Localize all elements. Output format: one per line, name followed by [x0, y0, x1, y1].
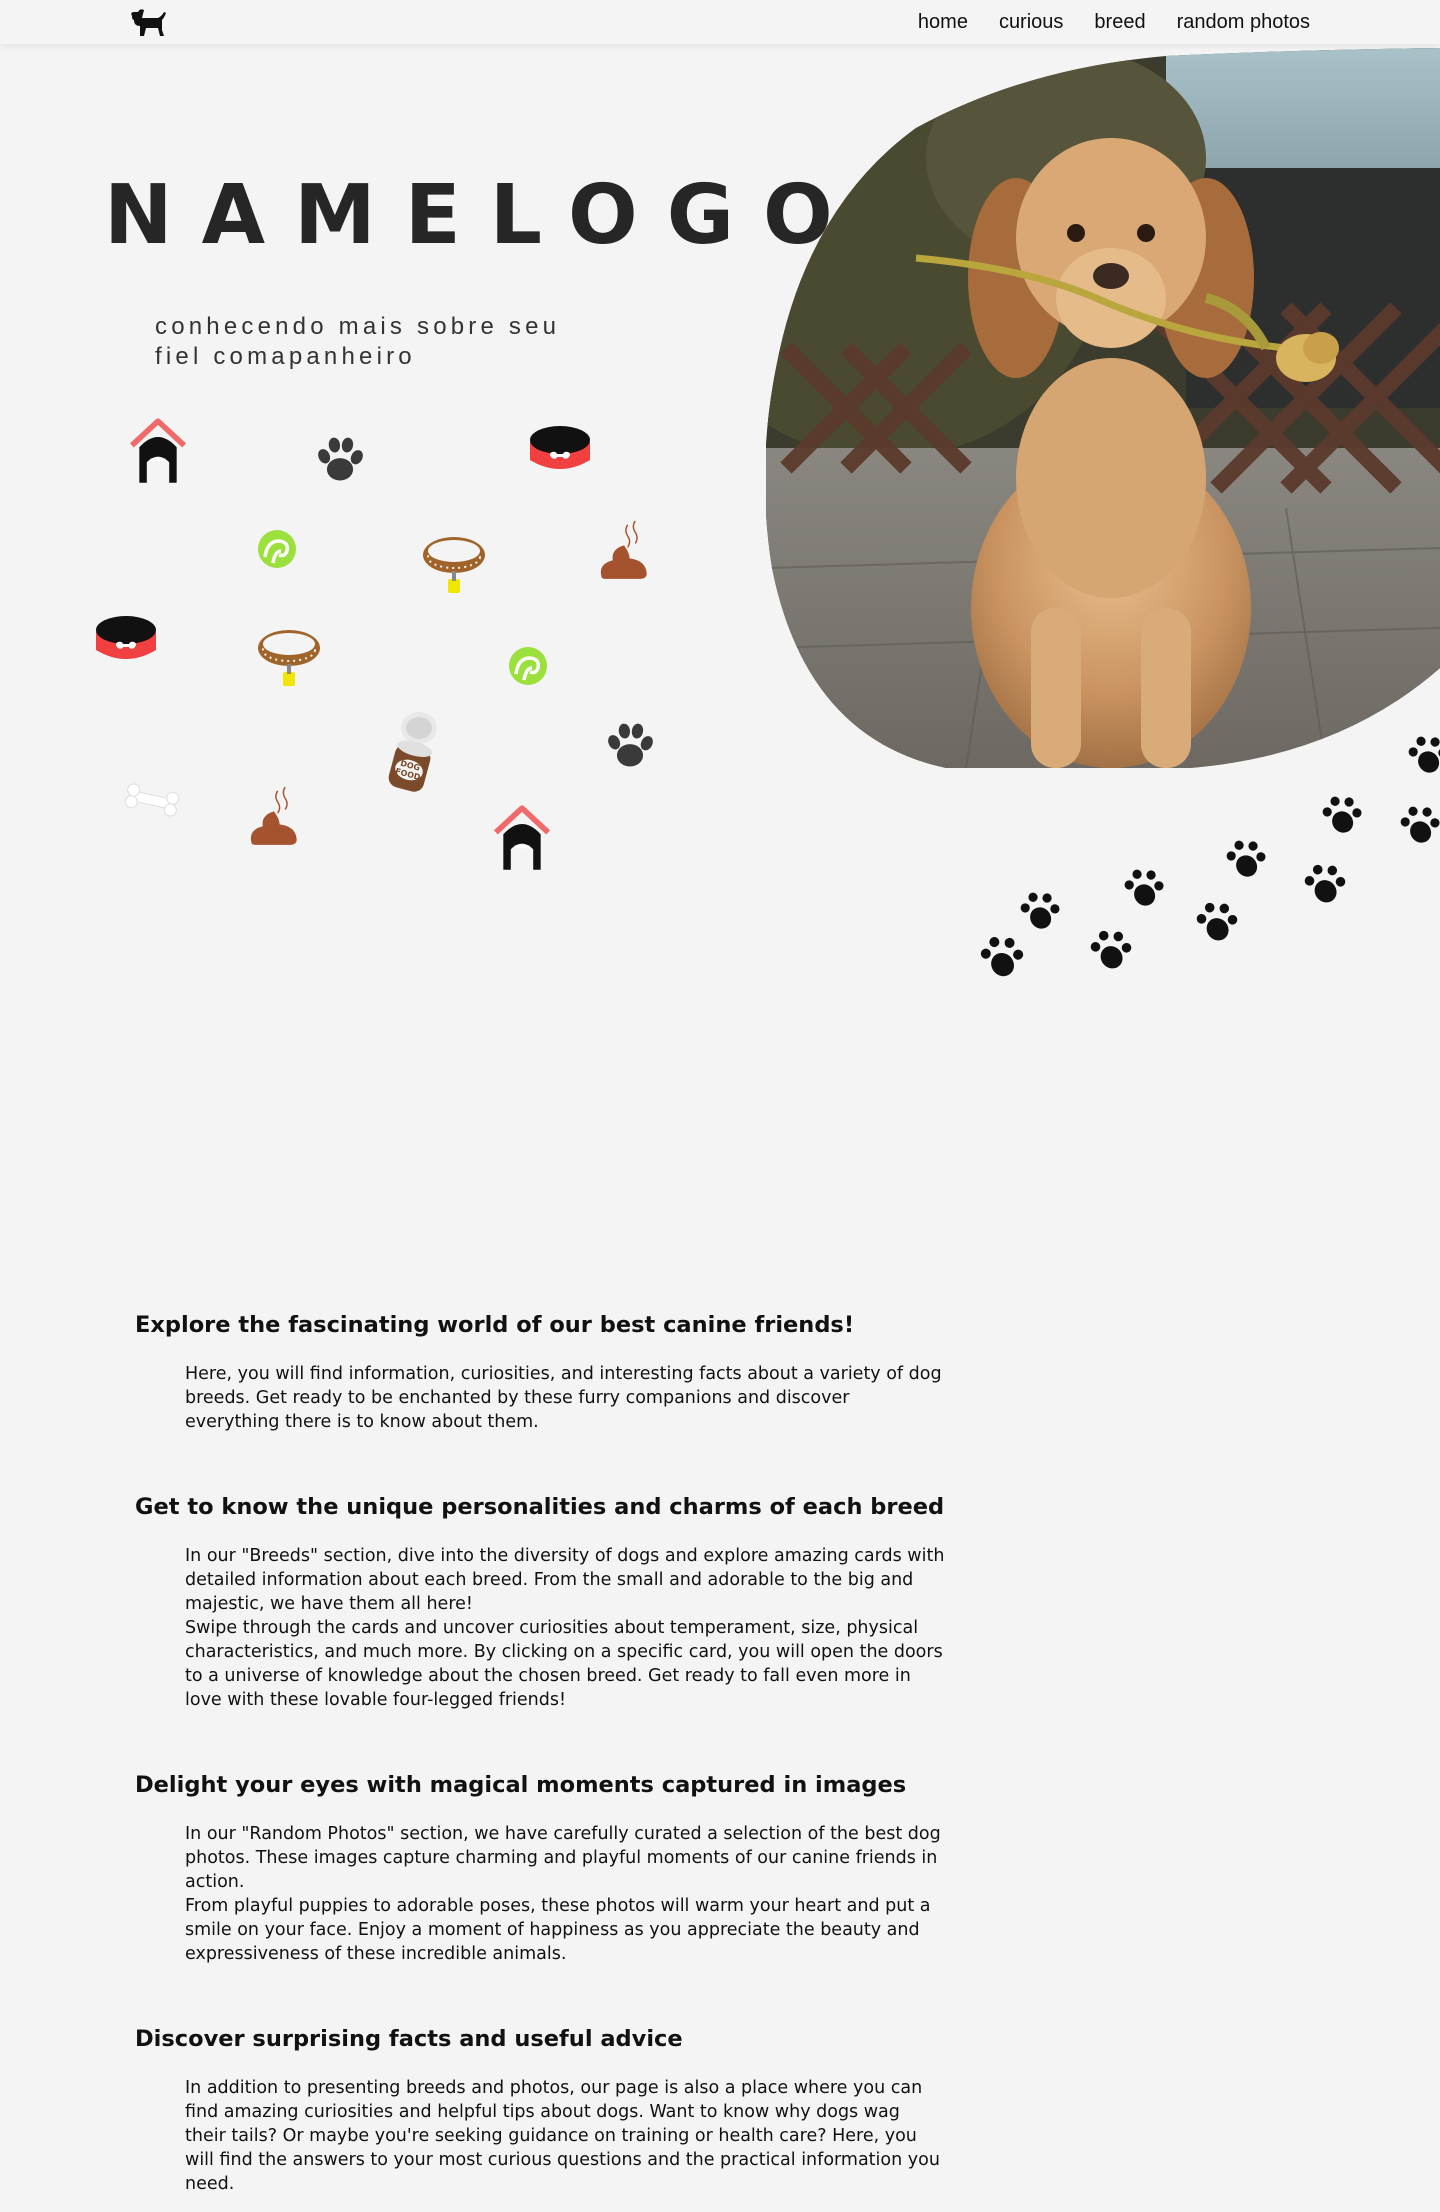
paw-print-icon — [1300, 857, 1352, 911]
nav-random-photos-link[interactable]: random photos — [1177, 10, 1310, 34]
nav-breed-link[interactable]: breed — [1094, 10, 1145, 34]
section-paragraph: In addition to presenting breeds and pho… — [185, 2078, 940, 2194]
poop-icon — [246, 784, 302, 848]
paw-print-icon — [1404, 729, 1440, 781]
main-content: Explore the fascinating world of our bes… — [135, 1310, 955, 2196]
dog-house-icon — [494, 804, 550, 872]
nav-home-link[interactable]: home — [918, 10, 968, 34]
main-nav: home curious breed random photos — [918, 10, 1310, 34]
paw-print-icon — [1222, 833, 1272, 885]
paw-print-icon — [1016, 885, 1066, 937]
dog-logo-icon[interactable] — [128, 6, 168, 42]
ball-icon — [508, 646, 548, 686]
paw-print-icon — [976, 929, 1030, 985]
collar-icon — [421, 533, 487, 603]
section-paragraph: Swipe through the cards and uncover curi… — [185, 1618, 943, 1710]
section-paragraph: In our "Breeds" section, dive into the d… — [185, 1546, 945, 1614]
section-heading: Get to know the unique personalities and… — [135, 1494, 945, 1520]
paw-print-icon — [1120, 862, 1170, 914]
section-paragraph: In our "Random Photos" section, we have … — [185, 1824, 941, 1892]
brand-name: NAMELOGO — [104, 168, 862, 263]
breeds-section: Get to know the unique personalities and… — [135, 1492, 955, 1712]
bone-icon — [122, 780, 182, 820]
food-bowl-icon — [94, 612, 158, 664]
hero-tagline: conhecendo mais sobre seu fiel comapanhe… — [155, 313, 561, 370]
section-heading: Explore the fascinating world of our bes… — [135, 1312, 855, 1338]
ball-icon — [257, 529, 297, 569]
dog-food-can-icon — [380, 710, 442, 800]
paw-icon — [312, 432, 368, 488]
section-paragraph: Here, you will find information, curiosi… — [185, 1364, 942, 1432]
curious-section: Discover surprising facts and useful adv… — [135, 2024, 955, 2196]
nav-curious-link[interactable]: curious — [999, 10, 1063, 34]
food-bowl-icon — [528, 422, 592, 474]
paw-print-trail — [976, 729, 1440, 985]
intro-section: Explore the fascinating world of our bes… — [135, 1310, 955, 1434]
section-heading: Discover surprising facts and useful adv… — [135, 2026, 683, 2052]
paw-print-icon — [1086, 923, 1138, 977]
section-heading: Delight your eyes with magical moments c… — [135, 1772, 907, 1798]
collar-icon — [256, 626, 322, 696]
section-paragraph: From playful puppies to adorable poses, … — [185, 1896, 931, 1964]
hero-dog-photo — [764, 48, 1440, 772]
paw-print-icon — [1318, 789, 1368, 841]
paw-icon — [602, 718, 658, 774]
random-photos-section: Delight your eyes with magical moments c… — [135, 1770, 955, 1966]
paw-print-icon — [1396, 799, 1440, 851]
dog-house-icon — [130, 417, 186, 485]
top-navbar: home curious breed random photos — [0, 0, 1440, 44]
poop-icon — [596, 518, 652, 582]
paw-print-icon — [1192, 895, 1244, 949]
